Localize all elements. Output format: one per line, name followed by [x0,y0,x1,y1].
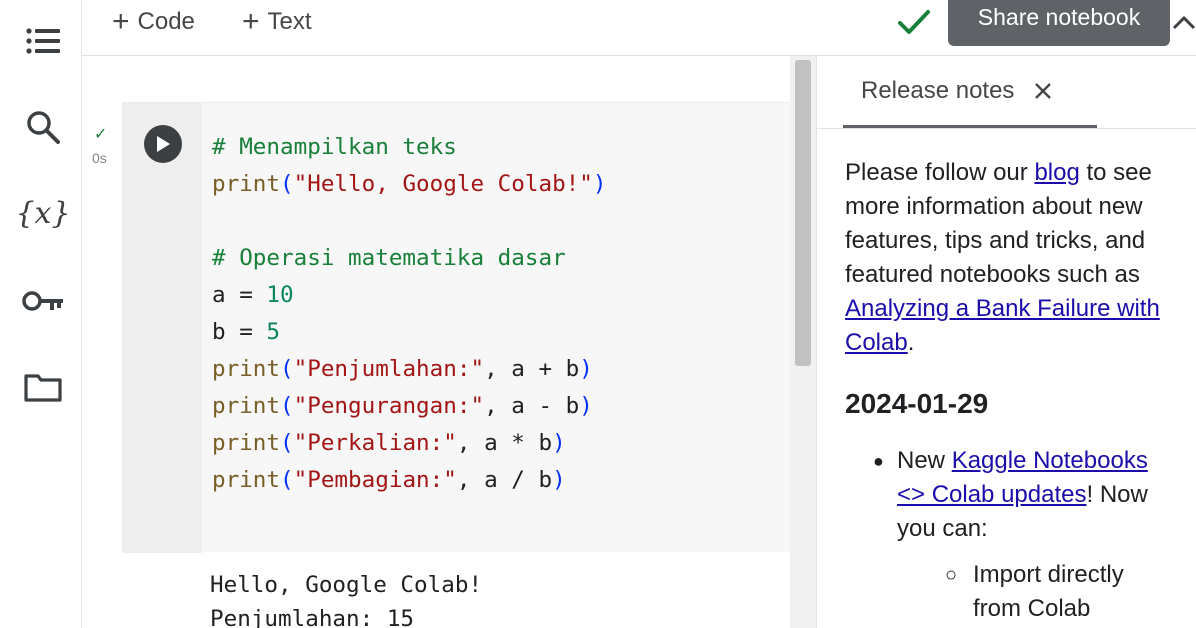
add-code-label: Code [137,8,195,35]
colab-updates-link[interactable]: <> Colab updates [897,481,1086,508]
intro-line: more information about new [845,193,1143,220]
code-line: print("Hello, Google Colab!") [212,171,607,197]
bank-failure-notebook-link[interactable]: Analyzing a Bank Failure with [845,295,1160,322]
close-icon[interactable] [1032,80,1054,102]
notebook-toolbar: + Code + Text Share notebook [82,0,1196,56]
sub-bullet-line: Import directly [973,561,1124,588]
plus-icon: + [112,5,130,38]
blog-link[interactable]: blog [1034,159,1079,186]
sub-bullet-marker: ○ [945,564,958,586]
variables-icon[interactable]: {x} [15,192,70,234]
intro-text: Please follow our [845,159,1035,186]
cell-output: Hello, Google Colab! Penjumlahan: 15 [210,568,482,628]
execution-success-icon: ✓ [94,126,108,143]
left-sidebar: {x} [0,0,82,628]
output-line: Penjumlahan: 15 [210,606,415,628]
output-line: Hello, Google Colab! [210,572,483,598]
intro-text: to see [1079,159,1152,186]
code-line: print("Penjumlahan:", a + b) [212,356,593,382]
release-notes-intro: Please follow our blog to see more infor… [845,156,1196,360]
bullet-text: New [897,447,952,474]
bullet-line: you can: [897,515,988,542]
intro-text: . [907,329,915,356]
code-cell[interactable]: # Menampilkan teks print("Hello, Google C… [122,102,790,553]
intro-line: featured notebooks such as [845,261,1140,288]
run-cell-button[interactable] [144,125,182,163]
bullet-text: ! Now [1086,481,1148,508]
bank-failure-notebook-link-cont[interactable]: Colab [845,329,908,356]
code-line: # Menampilkan teks [212,134,457,160]
colab-window: {x} + Code + Text Share notebook ✓ 0s # … [0,0,1196,628]
tab-release-notes[interactable]: Release notes [843,56,1097,128]
search-icon[interactable] [22,106,64,148]
add-code-button[interactable]: + Code [112,4,195,40]
sub-bullet-line: from Colab [973,595,1091,622]
kaggle-notebooks-link[interactable]: Kaggle Notebooks [952,447,1148,474]
release-notes-panel: Release notes Please follow our blog to … [816,56,1196,628]
intro-line: features, tips and tricks, and [845,227,1146,254]
chevron-up-icon[interactable] [1172,10,1196,34]
code-line: a = 10 [212,282,294,308]
bullet-marker: ● [873,451,884,471]
files-folder-icon[interactable] [22,366,64,408]
code-line: b = 5 [212,319,281,345]
intro-line: Please follow our blog to see [845,156,1196,190]
release-bullet: ● New Kaggle Notebooks <> Colab updates!… [873,444,1196,546]
saved-check-icon [896,6,932,38]
code-editor[interactable]: # Menampilkan teks print("Hello, Google C… [212,129,607,499]
intro-line: Colab. [845,326,1196,360]
release-sub-bullet: ○ Import directly from Colab [945,558,1196,626]
bullet-line: New Kaggle Notebooks [897,444,1196,478]
table-of-contents-icon[interactable] [22,20,64,62]
code-line: print("Pengurangan:", a - b) [212,393,593,419]
panel-divider [817,128,1196,129]
notebook-scrollbar-thumb[interactable] [795,60,811,366]
intro-line: Analyzing a Bank Failure with [845,292,1196,326]
code-line: print("Perkalian:", a * b) [212,430,566,456]
release-date-heading: 2024-01-29 [845,388,989,419]
notebook-area: ✓ 0s # Menampilkan teks print("Hello, Goo… [82,56,816,628]
code-line: print("Pembagian:", a / b) [212,467,566,493]
cell-gutter [122,103,202,553]
tab-release-notes-label: Release notes [861,76,1015,104]
secrets-key-icon[interactable] [22,280,64,322]
share-notebook-tooltip: Share notebook [948,0,1170,46]
code-line: # Operasi matematika dasar [212,245,566,271]
execution-time: 0s [92,150,107,166]
plus-icon: + [242,5,260,38]
play-icon [157,136,170,152]
add-text-label: Text [267,8,312,35]
bullet-line: <> Colab updates! Now [897,478,1196,512]
add-text-button[interactable]: + Text [242,4,312,40]
